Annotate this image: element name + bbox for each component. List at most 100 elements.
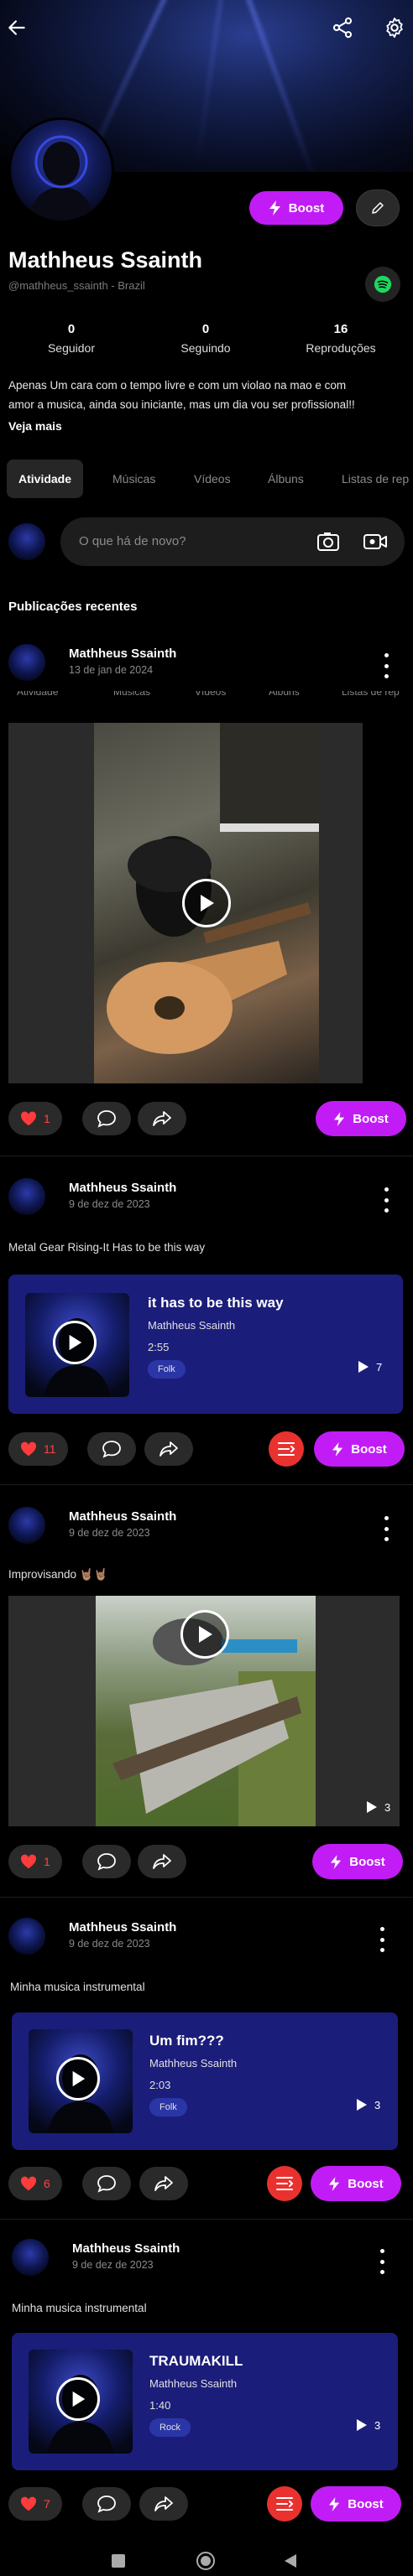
settings-button[interactable] <box>378 11 411 44</box>
lightning-icon <box>334 1111 345 1126</box>
share-post-button[interactable] <box>139 2167 188 2200</box>
track-card[interactable]: Um fim??? Mathheus Ssainth 2:03 Folk 3 <box>12 2012 398 2150</box>
track-cover <box>25 1293 129 1397</box>
stat-label: Seguindo <box>180 341 231 355</box>
composer-avatar <box>8 523 45 560</box>
track-title[interactable]: TRAUMAKILL <box>149 2353 243 2370</box>
comment-button[interactable] <box>82 2167 131 2200</box>
post-author[interactable]: Mathheus Ssainth <box>69 1920 176 1935</box>
like-button[interactable]: 1 <box>8 1102 62 1135</box>
share-post-button[interactable] <box>139 2487 188 2521</box>
track-genre-tag: Folk <box>149 2098 187 2116</box>
lightning-icon <box>332 1441 343 1457</box>
ghost-tab: Vídeos <box>195 691 227 698</box>
share-button[interactable] <box>326 11 359 44</box>
post-avatar[interactable] <box>8 644 45 681</box>
ghost-tab-strip: Atividade Músicas Vídeos Álbuns Listas d… <box>0 691 413 704</box>
tab-playlists[interactable]: Listas de rep <box>342 460 409 498</box>
like-count: 6 <box>44 2177 50 2190</box>
comment-button[interactable] <box>82 1845 131 1878</box>
tab-musicas[interactable]: Músicas <box>112 460 155 498</box>
spotify-link[interactable] <box>365 267 400 302</box>
add-to-queue-button[interactable] <box>267 2166 302 2201</box>
track-card[interactable]: it has to be this way Mathheus Ssainth 2… <box>8 1275 403 1414</box>
profile-avatar[interactable] <box>8 117 114 223</box>
comment-button[interactable] <box>82 2487 131 2521</box>
post-author[interactable]: Mathheus Ssainth <box>72 2241 180 2256</box>
track-play-button[interactable] <box>56 2057 100 2101</box>
post-video[interactable]: 3 <box>8 1596 400 1826</box>
post-menu-button[interactable] <box>374 1927 390 1952</box>
add-to-queue-button[interactable] <box>267 2486 302 2521</box>
add-to-queue-button[interactable] <box>269 1431 304 1467</box>
tab-albuns[interactable]: Álbuns <box>268 460 304 498</box>
play-video-button[interactable] <box>180 1610 229 1659</box>
stat-label: Seguidor <box>47 341 96 355</box>
post-menu-button[interactable] <box>378 1516 395 1541</box>
post-text: Minha musica instrumental <box>10 1981 145 1993</box>
post-author[interactable]: Mathheus Ssainth <box>69 647 176 661</box>
compose-input[interactable]: O que há de novo? <box>60 517 405 566</box>
post-author[interactable]: Mathheus Ssainth <box>69 1181 176 1195</box>
like-count: 7 <box>44 2497 50 2511</box>
lightning-icon <box>329 2176 340 2191</box>
track-title[interactable]: it has to be this way <box>148 1295 284 1311</box>
tab-atividade[interactable]: Atividade <box>7 460 84 498</box>
add-photo-button[interactable] <box>316 531 340 553</box>
post-boost-button[interactable]: Boost <box>311 2486 401 2521</box>
comment-button[interactable] <box>87 1432 136 1466</box>
share-post-button[interactable] <box>138 1102 186 1135</box>
post-avatar[interactable] <box>12 2239 49 2276</box>
post-boost-button[interactable]: Boost <box>316 1101 406 1136</box>
track-duration: 1:40 <box>149 2399 171 2412</box>
post-avatar[interactable] <box>8 1507 45 1544</box>
see-more-link[interactable]: Veja mais <box>8 419 62 433</box>
camera-icon <box>317 532 339 551</box>
track-card[interactable]: TRAUMAKILL Mathheus Ssainth 1:40 Rock 3 <box>12 2333 398 2470</box>
forward-arrow-icon <box>159 1441 178 1457</box>
home-button[interactable] <box>196 2552 215 2570</box>
back-nav-button[interactable] <box>284 2553 297 2568</box>
like-button[interactable]: 7 <box>8 2487 62 2521</box>
track-play-button[interactable] <box>53 1321 97 1364</box>
share-post-button[interactable] <box>138 1845 186 1878</box>
like-button[interactable]: 11 <box>8 1432 68 1466</box>
play-icon <box>72 2391 86 2407</box>
arrow-left-icon <box>8 20 25 35</box>
track-play-button[interactable] <box>56 2377 100 2421</box>
back-button[interactable] <box>0 11 34 44</box>
ghost-tab: Álbuns <box>269 691 300 698</box>
forward-arrow-icon <box>154 2176 173 2191</box>
post-menu-button[interactable] <box>378 1187 395 1213</box>
post-boost-button[interactable]: Boost <box>311 2166 401 2201</box>
stat-following[interactable]: 0 Seguindo <box>147 322 264 355</box>
queue-icon <box>278 1442 295 1456</box>
track-title[interactable]: Um fim??? <box>149 2033 224 2049</box>
recent-apps-button[interactable] <box>112 2554 125 2568</box>
add-video-button[interactable] <box>363 531 388 553</box>
post-boost-button[interactable]: Boost <box>314 1431 405 1467</box>
post-divider <box>0 1484 413 1485</box>
ghost-tab: Listas de rep <box>342 691 400 698</box>
post-author[interactable]: Mathheus Ssainth <box>69 1509 176 1524</box>
edit-profile-button[interactable] <box>356 190 400 226</box>
post-avatar[interactable] <box>8 1918 45 1955</box>
tab-videos[interactable]: Vídeos <box>194 460 231 498</box>
post-date: 9 de dez de 2023 <box>69 1527 150 1539</box>
post-boost-button[interactable]: Boost <box>312 1844 403 1879</box>
comment-button[interactable] <box>82 1102 131 1135</box>
share-post-button[interactable] <box>144 1432 193 1466</box>
play-icon <box>201 895 214 911</box>
track-genre-tag: Rock <box>149 2418 191 2437</box>
stat-followers[interactable]: 0 Seguidor <box>13 322 130 355</box>
like-button[interactable]: 1 <box>8 1845 62 1878</box>
post-video[interactable] <box>8 723 363 1083</box>
profile-boost-button[interactable]: Boost <box>249 191 343 225</box>
post-divider <box>0 2219 413 2220</box>
like-button[interactable]: 6 <box>8 2167 62 2200</box>
play-video-button[interactable] <box>182 879 231 927</box>
post-menu-button[interactable] <box>378 653 395 678</box>
post-menu-button[interactable] <box>374 2249 390 2274</box>
compose-placeholder: O que há de novo? <box>79 534 186 548</box>
post-avatar[interactable] <box>8 1178 45 1215</box>
